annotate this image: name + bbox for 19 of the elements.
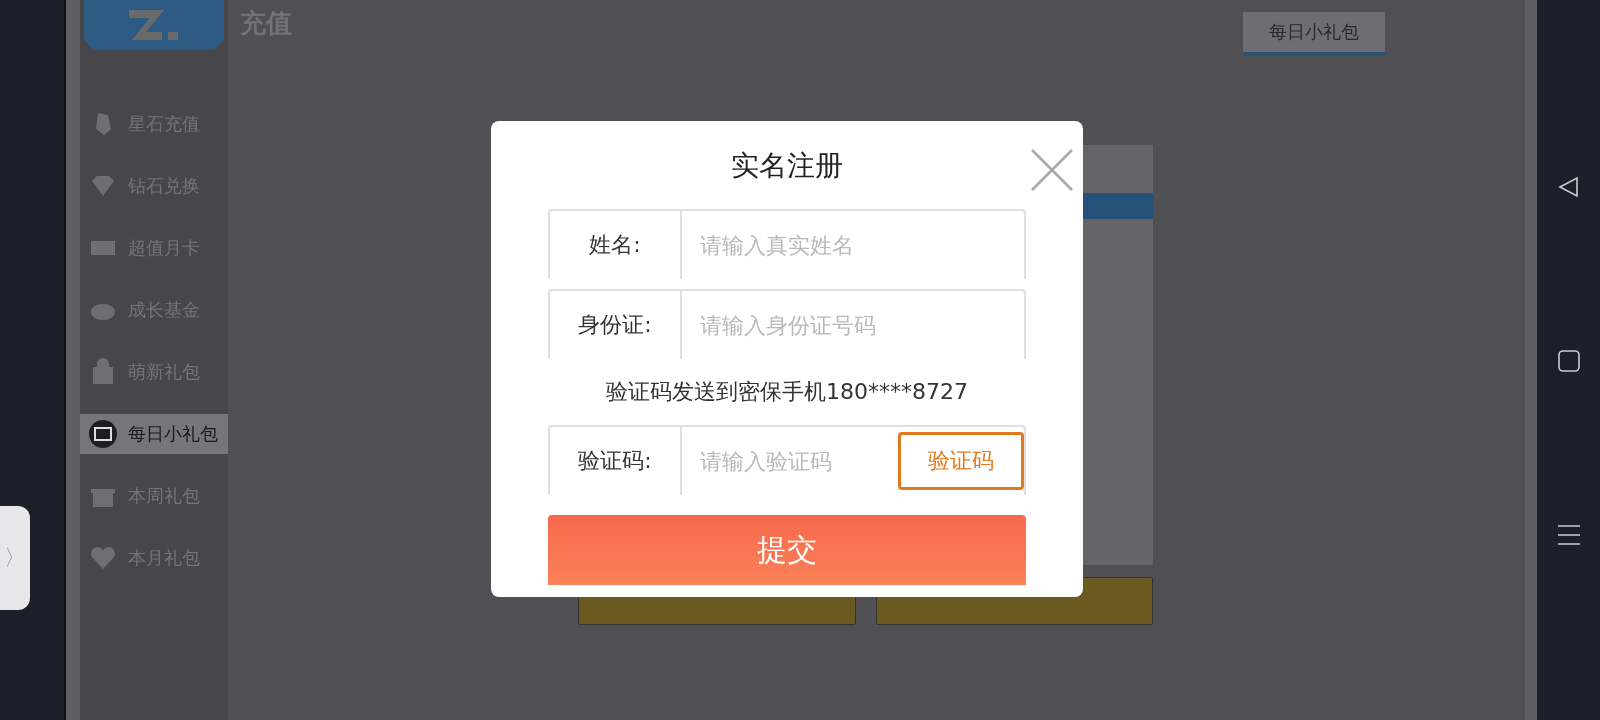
side-tab[interactable]: 〉 — [0, 506, 30, 610]
menu-icon[interactable] — [1556, 523, 1581, 547]
input-field[interactable]: 请输入验证码 验证码 — [682, 425, 1026, 495]
field-label: 姓名: — [548, 209, 682, 279]
send-code-button[interactable]: 验证码 — [898, 432, 1024, 490]
tab[interactable]: 每日小礼包 — [1243, 12, 1385, 56]
logo-icon — [84, 0, 224, 50]
input-field[interactable]: 请输入真实姓名 — [682, 209, 1026, 279]
field-label: 验证码: — [548, 425, 682, 495]
back-icon[interactable] — [1556, 175, 1581, 199]
sidebar-item[interactable]: 每日小礼包 — [80, 414, 228, 454]
input-field[interactable]: 请输入身份证号码 — [682, 289, 1026, 359]
sidebar-item-label: 每日小礼包 — [128, 422, 218, 446]
dialog-title: 实名注册 — [730, 148, 844, 184]
home-icon[interactable] — [1556, 349, 1581, 373]
submit-button[interactable]: 提交 — [548, 515, 1026, 585]
notice-text: 验证码发送到密保手机180****8727 — [605, 378, 969, 406]
badge-icon — [88, 419, 118, 449]
field-label: 身份证: — [548, 289, 682, 359]
